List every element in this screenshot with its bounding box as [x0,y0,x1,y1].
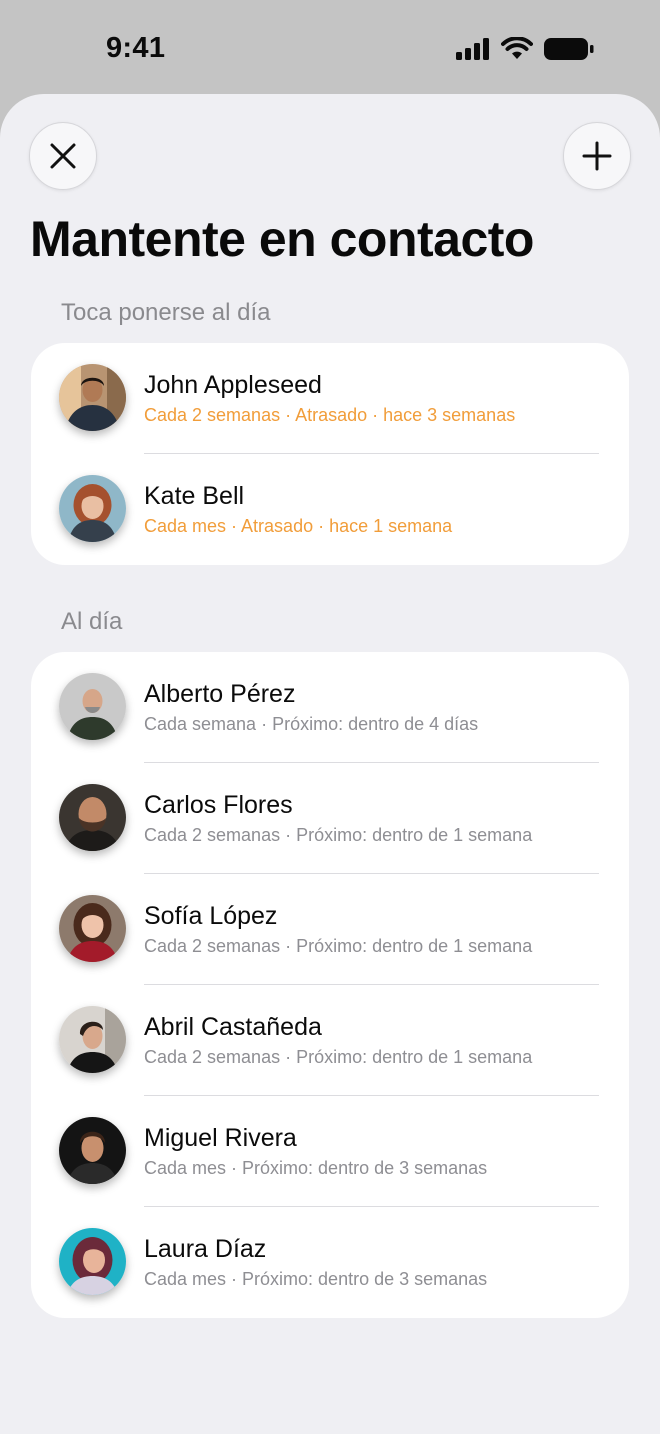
contact-row[interactable]: Carlos Flores Cada 2 semanas · Próximo: … [31,763,629,874]
status-time: 9:41 [106,32,166,64]
contact-name: Kate Bell [144,482,245,510]
contact-row[interactable]: John Appleseed Cada 2 semanas · Atrasado… [31,343,629,454]
avatar [59,1006,126,1073]
status-bar: 9:41 [0,0,660,94]
contact-name: Laura Díaz [144,1235,267,1263]
avatar [59,673,126,740]
contact-row[interactable]: Abril Castañeda Cada 2 semanas · Próximo… [31,985,629,1096]
avatar [59,784,126,851]
status-icons [456,36,594,62]
avatar [59,364,126,431]
contact-row[interactable]: Miguel Rivera Cada mes · Próximo: dentro… [31,1096,629,1207]
contact-name: Abril Castañeda [144,1013,322,1041]
page-title: Mantente en contacto [30,211,534,267]
contact-name: Carlos Flores [144,791,293,819]
contact-row[interactable]: Laura Díaz Cada mes · Próximo: dentro de… [31,1207,629,1318]
section-header-up-to-date: Al día [61,608,123,635]
battery-icon [544,38,594,60]
contact-name: Miguel Rivera [144,1124,297,1152]
contact-row[interactable]: Kate Bell Cada mes · Atrasado · hace 1 s… [31,454,629,565]
section-header-overdue: Toca ponerse al día [61,299,271,326]
contact-status: Cada semana · Próximo: dentro de 4 días [144,714,479,734]
contact-name: Sofía López [144,902,278,930]
contact-status: Cada 2 semanas · Atrasado · hace 3 seman… [144,405,516,425]
close-icon [50,143,76,169]
contact-status: Cada 2 semanas · Próximo: dentro de 1 se… [144,1047,533,1067]
contact-status: Cada 2 semanas · Próximo: dentro de 1 se… [144,825,533,845]
contact-status: Cada mes · Atrasado · hace 1 semana [144,516,453,536]
add-button[interactable] [563,122,631,190]
avatar [59,1228,126,1295]
wifi-icon [501,37,533,59]
avatar [59,1117,126,1184]
overdue-contacts-card: John Appleseed Cada 2 semanas · Atrasado… [31,343,629,565]
modal-sheet: Mantente en contacto Toca ponerse al día… [0,94,660,1434]
contact-name: Alberto Pérez [144,680,296,708]
avatar [59,475,126,542]
avatar [59,895,126,962]
contact-status: Cada mes · Próximo: dentro de 3 semanas [144,1158,488,1178]
plus-icon [582,141,612,171]
up-to-date-contacts-card: Alberto Pérez Cada semana · Próximo: den… [31,652,629,1318]
contact-row[interactable]: Sofía López Cada 2 semanas · Próximo: de… [31,874,629,985]
cellular-signal-icon [456,38,489,60]
contact-status: Cada mes · Próximo: dentro de 3 semanas [144,1269,488,1289]
close-button[interactable] [29,122,97,190]
contact-row[interactable]: Alberto Pérez Cada semana · Próximo: den… [31,652,629,763]
contact-status: Cada 2 semanas · Próximo: dentro de 1 se… [144,936,533,956]
contact-name: John Appleseed [144,371,322,399]
